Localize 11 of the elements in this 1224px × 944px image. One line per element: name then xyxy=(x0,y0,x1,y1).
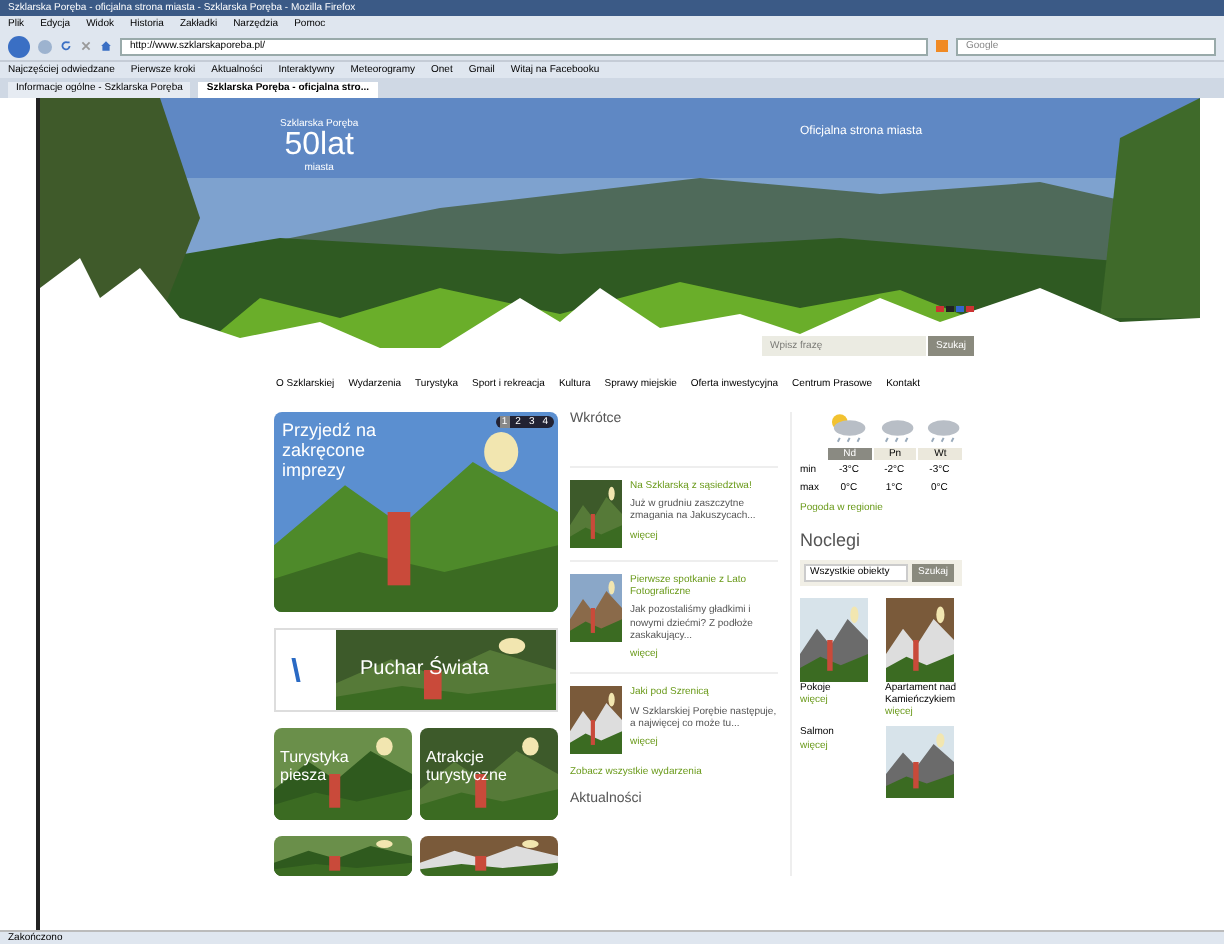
section-title: Noclegi xyxy=(800,530,863,553)
home-icon[interactable] xyxy=(100,40,112,52)
flags-icon[interactable] xyxy=(936,306,974,312)
cloud-icon xyxy=(828,412,868,444)
banner-caption: Puchar Świata xyxy=(360,658,489,683)
slider-caption: Przyjedź na zakręcone imprezy xyxy=(282,420,379,480)
banner-caption: Atrakcje turystyczne xyxy=(426,748,509,784)
stop-icon[interactable] xyxy=(80,40,92,52)
logo-number: 50lat xyxy=(284,130,354,163)
banner-caption: Turystyka piesza xyxy=(280,748,351,784)
reload-icon[interactable] xyxy=(60,40,72,52)
